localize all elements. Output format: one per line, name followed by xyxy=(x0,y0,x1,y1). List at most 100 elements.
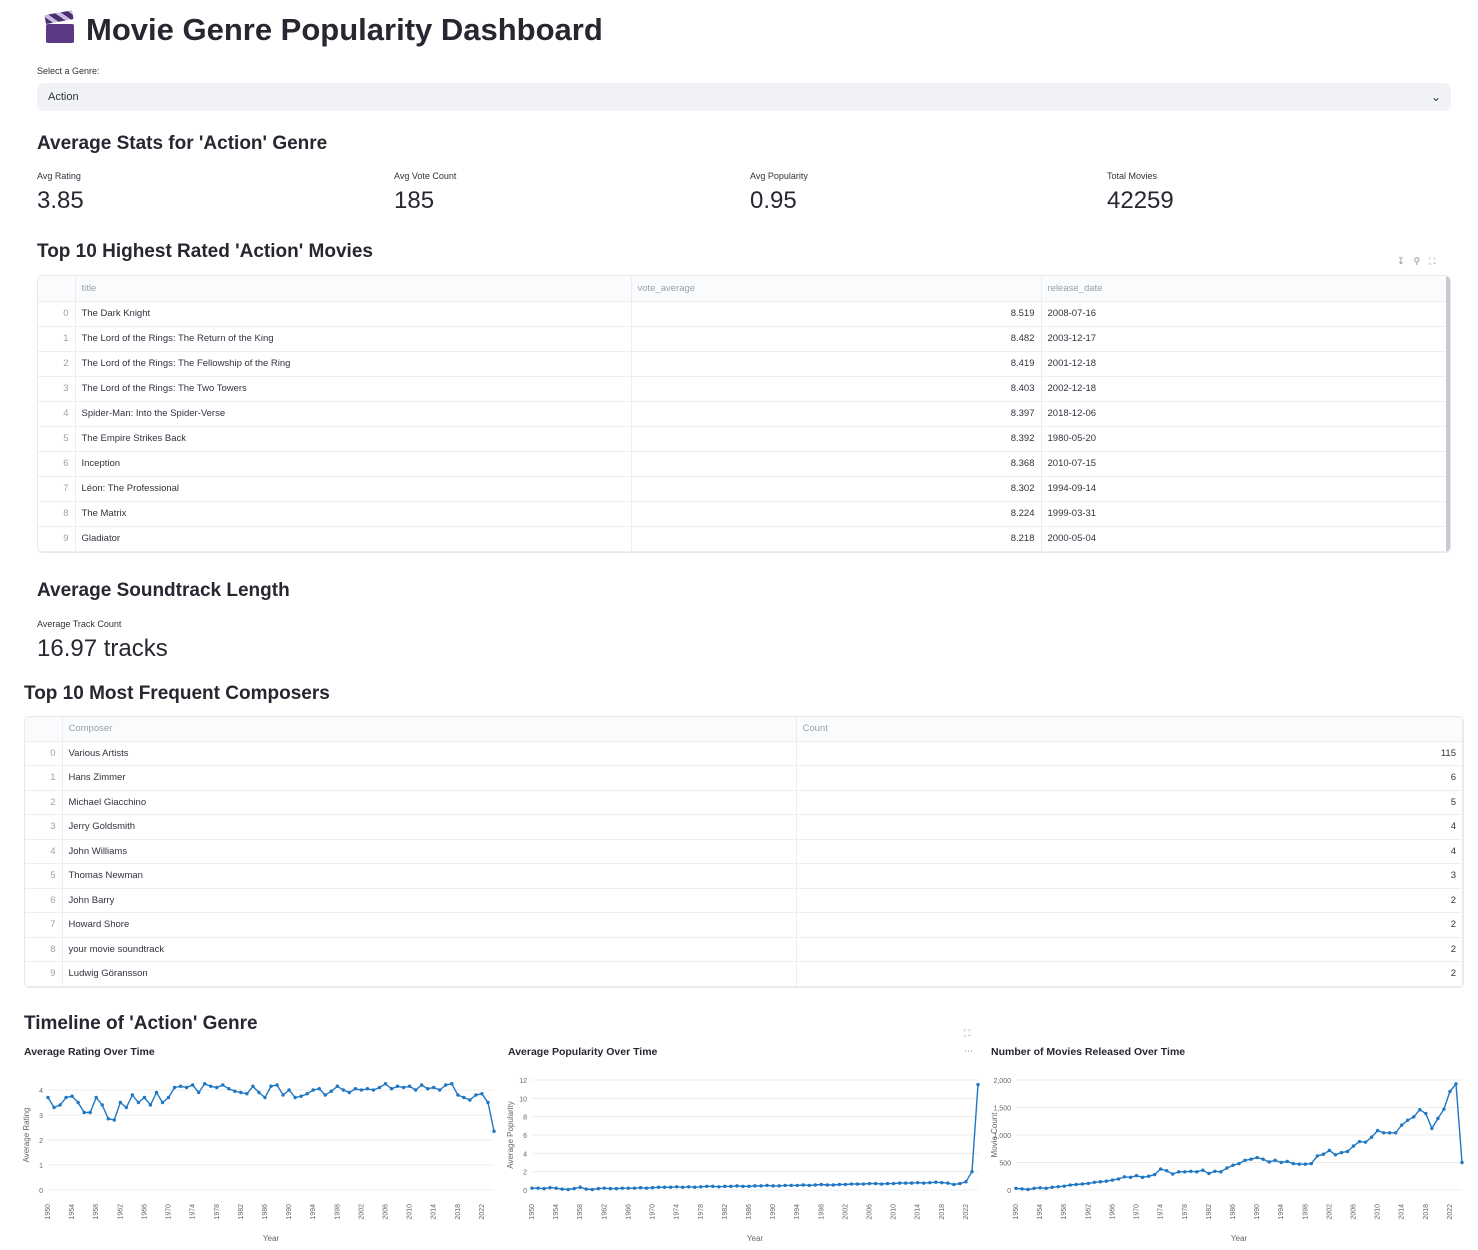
release-date-cell[interactable]: 2002-12-18 xyxy=(1041,376,1450,402)
table-row[interactable]: 2 The Lord of the Rings: The Fellowship o… xyxy=(38,351,1450,377)
composer-cell[interactable]: your movie soundtrack xyxy=(62,937,797,962)
x-tick-label: 1982 xyxy=(238,1204,245,1220)
composer-cell[interactable]: Hans Zimmer xyxy=(62,765,797,791)
table-row[interactable]: 4 Spider-Man: Into the Spider-Verse 8.397 2… xyxy=(38,401,1450,427)
movie-title-cell[interactable]: Gladiator xyxy=(75,526,632,552)
table-row[interactable]: 9 Gladiator 8.218 2000-05-04 xyxy=(38,526,1450,552)
x-tick-label: 2018 xyxy=(1423,1204,1430,1220)
chevron-down-icon[interactable]: ⌄ xyxy=(1431,83,1441,111)
movie-title-cell[interactable]: The Matrix xyxy=(75,501,632,527)
vote-average-cell[interactable]: 8.482 xyxy=(631,326,1042,352)
table-row[interactable]: 6 John Barry 2 xyxy=(25,888,1463,913)
table-row[interactable]: 5 The Empire Strikes Back 8.392 1980-05-20 xyxy=(38,426,1450,452)
count-cell[interactable]: 6 xyxy=(796,765,1463,791)
search-icon[interactable]: ⚲ xyxy=(1414,256,1421,268)
data-point xyxy=(759,1184,763,1188)
x-tick-label: 1978 xyxy=(214,1204,221,1220)
release-date-cell[interactable]: 2008-07-16 xyxy=(1041,301,1450,327)
vote-average-cell[interactable]: 8.218 xyxy=(631,526,1042,552)
table-row[interactable]: 2 Michael Giacchino 5 xyxy=(25,790,1463,815)
download-icon[interactable]: ↧ xyxy=(1397,256,1405,268)
composers-table[interactable]: Composer Count 0 Various Artists 115 1 Hans … xyxy=(24,716,1464,988)
x-tick-label: 1962 xyxy=(117,1204,124,1220)
vote-average-cell[interactable]: 8.224 xyxy=(631,501,1042,527)
column-header[interactable]: title xyxy=(75,276,632,302)
column-header[interactable]: Composer xyxy=(62,717,797,742)
table-row[interactable]: 3 Jerry Goldsmith 4 xyxy=(25,814,1463,840)
count-cell[interactable]: 2 xyxy=(796,888,1463,913)
table-row[interactable]: 6 Inception 8.368 2010-07-15 xyxy=(38,451,1450,477)
release-date-cell[interactable]: 2003-12-17 xyxy=(1041,326,1450,352)
table-row[interactable]: 1 Hans Zimmer 6 xyxy=(25,765,1463,791)
vote-average-cell[interactable]: 8.519 xyxy=(631,301,1042,327)
table-row[interactable]: 3 The Lord of the Rings: The Two Towers 8.… xyxy=(38,376,1450,402)
table-row[interactable]: 8 your movie soundtrack 2 xyxy=(25,937,1463,962)
table-row[interactable]: 0 Various Artists 115 xyxy=(25,741,1463,766)
data-point xyxy=(849,1182,854,1186)
composer-cell[interactable]: Howard Shore xyxy=(62,912,797,938)
table-row[interactable]: 7 Howard Shore 2 xyxy=(25,912,1463,938)
composer-cell[interactable]: Jerry Goldsmith xyxy=(62,814,797,840)
count-cell[interactable]: 115 xyxy=(796,741,1463,766)
composer-cell[interactable]: Michael Giacchino xyxy=(62,790,797,815)
movie-title-cell[interactable]: Spider-Man: Into the Spider-Verse xyxy=(75,401,632,427)
release-date-cell[interactable]: 1980-05-20 xyxy=(1041,426,1450,452)
release-date-cell[interactable]: 1999-03-31 xyxy=(1041,501,1450,527)
release-date-cell[interactable]: 1994-09-14 xyxy=(1041,476,1450,502)
data-point xyxy=(747,1184,751,1189)
composer-cell[interactable]: Thomas Newman xyxy=(62,863,797,889)
release-date-cell[interactable]: 2018-12-06 xyxy=(1041,401,1450,427)
table-row[interactable]: 5 Thomas Newman 3 xyxy=(25,863,1463,889)
count-cell[interactable]: 4 xyxy=(796,814,1463,840)
top-movies-table[interactable]: title vote_average release_date 0 The Dar… xyxy=(37,275,1451,553)
composer-cell[interactable]: John Barry xyxy=(62,888,797,913)
vote-average-cell[interactable]: 8.397 xyxy=(631,401,1042,427)
column-header[interactable]: vote_average xyxy=(631,276,1042,302)
data-point xyxy=(112,1118,116,1122)
table-row[interactable]: 7 Léon: The Professional 8.302 1994-09-14 xyxy=(38,476,1450,502)
more-options-icon[interactable]: ⋯ xyxy=(964,1046,973,1057)
table-row[interactable]: 1 The Lord of the Rings: The Return of th… xyxy=(38,326,1450,352)
scrollbar[interactable] xyxy=(1446,276,1450,552)
column-header[interactable]: release_date xyxy=(1041,276,1450,302)
composer-cell[interactable]: Ludwig Göransson xyxy=(62,961,797,987)
movie-title-cell[interactable]: Léon: The Professional xyxy=(75,476,632,502)
composer-cell[interactable]: Various Artists xyxy=(62,741,797,766)
count-cell[interactable]: 4 xyxy=(796,839,1463,864)
rating-line-chart[interactable]: 0 1 2 3 4 1950 1954 1958 1962 1966 1970 1974 1978 198… xyxy=(18,1070,500,1248)
vote-average-cell[interactable]: 8.302 xyxy=(631,476,1042,502)
movie-title-cell[interactable]: Inception xyxy=(75,451,632,477)
count-cell[interactable]: 3 xyxy=(796,863,1463,889)
table-row[interactable]: 9 Ludwig Göransson 2 xyxy=(25,961,1463,987)
data-point xyxy=(897,1181,902,1185)
count-cell[interactable]: 2 xyxy=(796,937,1463,962)
vote-average-cell[interactable]: 8.368 xyxy=(631,451,1042,477)
release-date-cell[interactable]: 2010-07-15 xyxy=(1041,451,1450,477)
movie-title-cell[interactable]: The Lord of the Rings: The Two Towers xyxy=(75,376,632,402)
vote-average-cell[interactable]: 8.419 xyxy=(631,351,1042,377)
genre-select[interactable]: Action ⌄ xyxy=(37,83,1451,111)
release-date-cell[interactable]: 2001-12-18 xyxy=(1041,351,1450,377)
composer-cell[interactable]: John Williams xyxy=(62,839,797,864)
vote-average-cell[interactable]: 8.392 xyxy=(631,426,1042,452)
data-point xyxy=(419,1083,424,1087)
count-cell[interactable]: 2 xyxy=(796,912,1463,938)
popularity-line-chart[interactable]: 0 2 4 6 8 10 12 1950 1954 1958 1962 1966 1970 1974 197… xyxy=(502,1070,984,1248)
table-row[interactable]: 0 The Dark Knight 8.519 2008-07-16 xyxy=(38,301,1450,327)
table-row[interactable]: 8 The Matrix 8.224 1999-03-31 xyxy=(38,501,1450,527)
movie-title-cell[interactable]: The Empire Strikes Back xyxy=(75,426,632,452)
vote-average-cell[interactable]: 8.403 xyxy=(631,376,1042,402)
movie-title-cell[interactable]: The Lord of the Rings: The Fellowship of… xyxy=(75,351,632,377)
fullscreen-icon[interactable]: ⛶ xyxy=(964,1028,970,1039)
data-point xyxy=(1369,1135,1374,1139)
movie-title-cell[interactable]: The Dark Knight xyxy=(75,301,632,327)
release-date-cell[interactable]: 2000-05-04 xyxy=(1041,526,1450,552)
table-row[interactable]: 4 John Williams 4 xyxy=(25,839,1463,864)
movie-count-line-chart[interactable]: 05001,0001,5002,0001950 1954 1958 1962 1966 1… xyxy=(986,1070,1468,1248)
movie-title-cell[interactable]: The Lord of the Rings: The Return of the… xyxy=(75,326,632,352)
count-cell[interactable]: 5 xyxy=(796,790,1463,815)
column-header[interactable]: Count xyxy=(796,717,1463,742)
data-point xyxy=(389,1087,394,1091)
count-cell[interactable]: 2 xyxy=(796,961,1463,987)
fullscreen-icon[interactable]: ⛶ xyxy=(1429,256,1435,268)
